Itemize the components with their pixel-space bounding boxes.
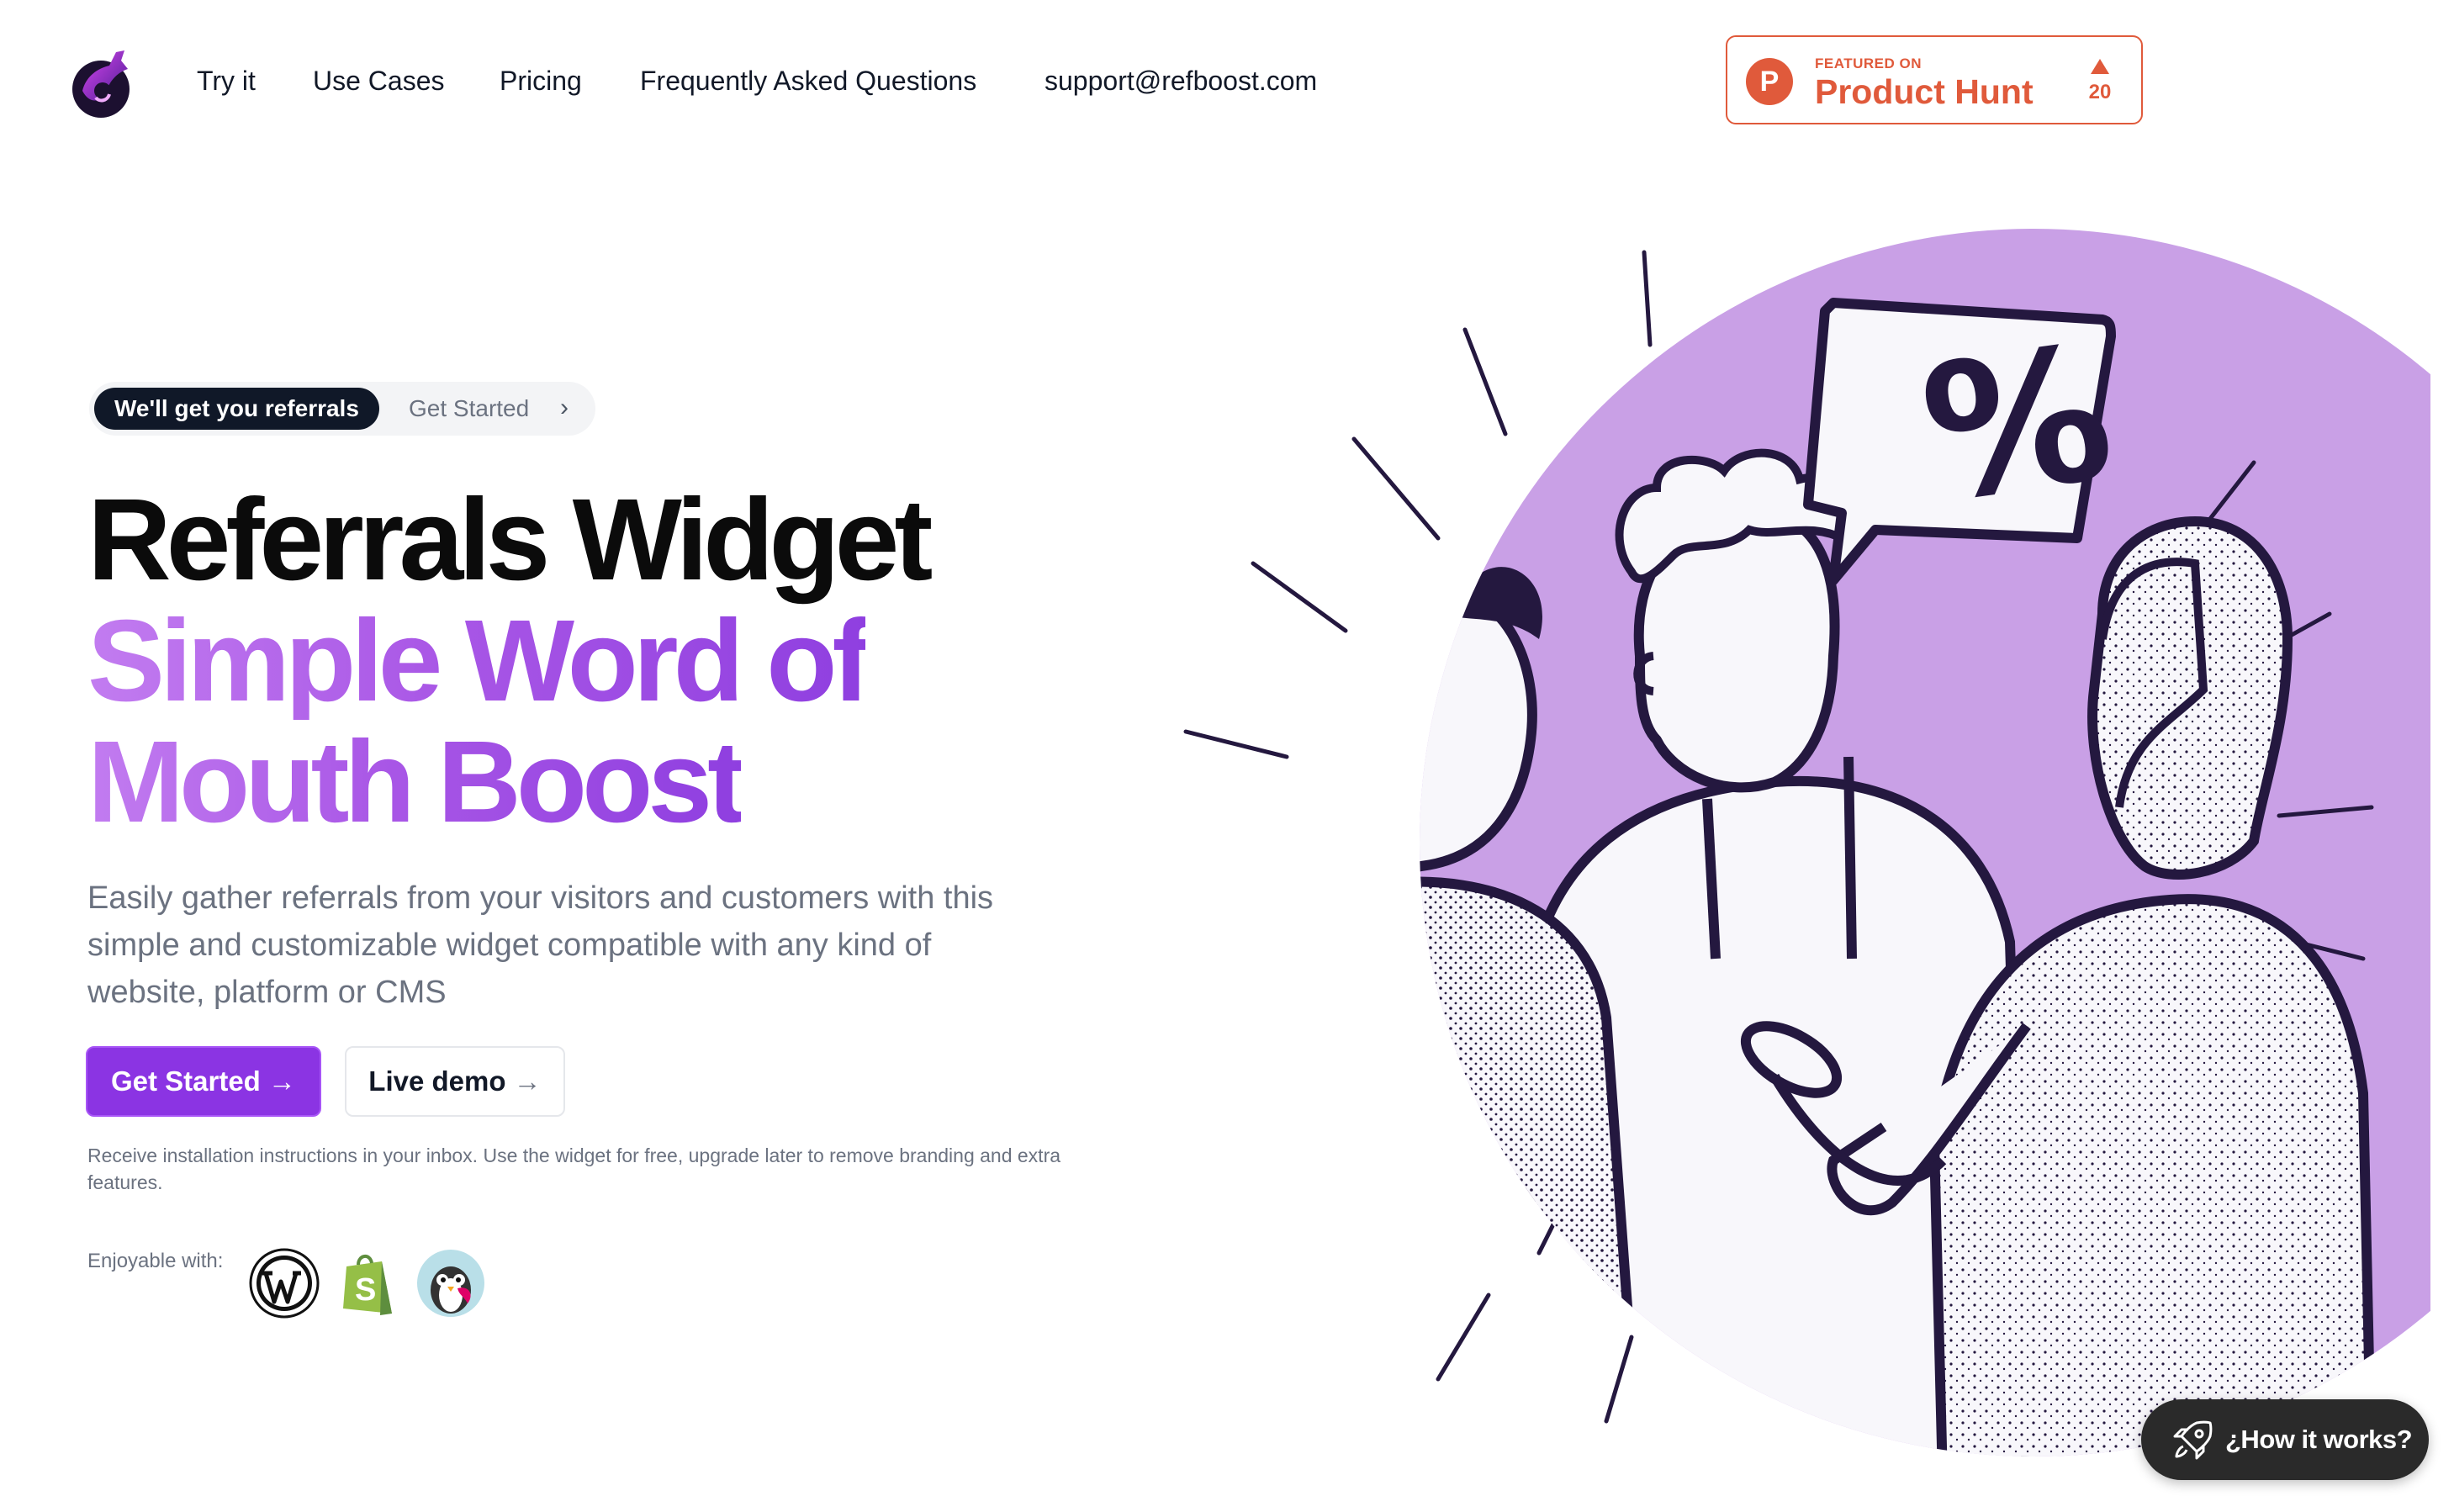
rocket-logo-icon[interactable]: [71, 44, 131, 118]
nav-support-email[interactable]: support@refboost.com: [1045, 62, 1317, 99]
hero-title-line-3: Mouth Boost: [87, 717, 746, 847]
live-demo-label: Live demo: [368, 1065, 506, 1097]
nav-use-cases[interactable]: Use Cases: [313, 62, 445, 99]
hero-description: Easily gather referrals from your visito…: [87, 880, 994, 1010]
prestashop-icon: [417, 1250, 484, 1317]
shopify-icon: S: [343, 1255, 392, 1315]
product-hunt-badge[interactable]: P FEATURED ON Product Hunt 20: [1726, 35, 2143, 124]
product-hunt-upvote-count: 20: [2088, 81, 2112, 103]
nav-try-it[interactable]: Try it: [197, 62, 256, 99]
get-started-button[interactable]: Get Started →: [86, 1046, 321, 1117]
hero-title-line-1: Referrals Widget: [87, 475, 933, 605]
speech-bubble: %: [1803, 298, 2124, 585]
how-it-works-label: ¿How it works?: [2225, 1425, 2413, 1454]
nav-faq[interactable]: Frequently Asked Questions: [640, 62, 976, 99]
svg-text:S: S: [355, 1272, 376, 1308]
wordpress-icon: [249, 1248, 320, 1319]
announcement-pill[interactable]: We'll get you referrals Get Started ›: [89, 382, 595, 436]
bubble-percent-text: %: [1911, 304, 2124, 543]
people-talking-illustration: %: [1183, 229, 2430, 1456]
live-demo-button[interactable]: Live demo →: [345, 1046, 565, 1117]
nav-pricing[interactable]: Pricing: [500, 62, 582, 99]
hero-title-line-2: Simple Word of: [87, 596, 870, 726]
pill-get-started-link[interactable]: Get Started: [409, 382, 529, 436]
enjoyable-with-label: Enjoyable with:: [87, 1250, 224, 1272]
chevron-right-icon: ›: [560, 394, 569, 421]
product-hunt-featured-label: FEATURED ON: [1815, 56, 1922, 71]
product-hunt-name: Product Hunt: [1815, 72, 2034, 111]
rocket-icon: [2173, 1420, 2213, 1460]
install-note: Receive installation instructions in you…: [87, 1145, 1061, 1193]
product-hunt-icon: P: [1746, 58, 1793, 105]
upvote-arrow-icon: [2091, 59, 2109, 74]
arrow-right-icon: →: [513, 1065, 542, 1097]
pill-tag: We'll get you referrals: [94, 388, 379, 430]
how-it-works-button[interactable]: ¿How it works?: [2141, 1399, 2429, 1480]
